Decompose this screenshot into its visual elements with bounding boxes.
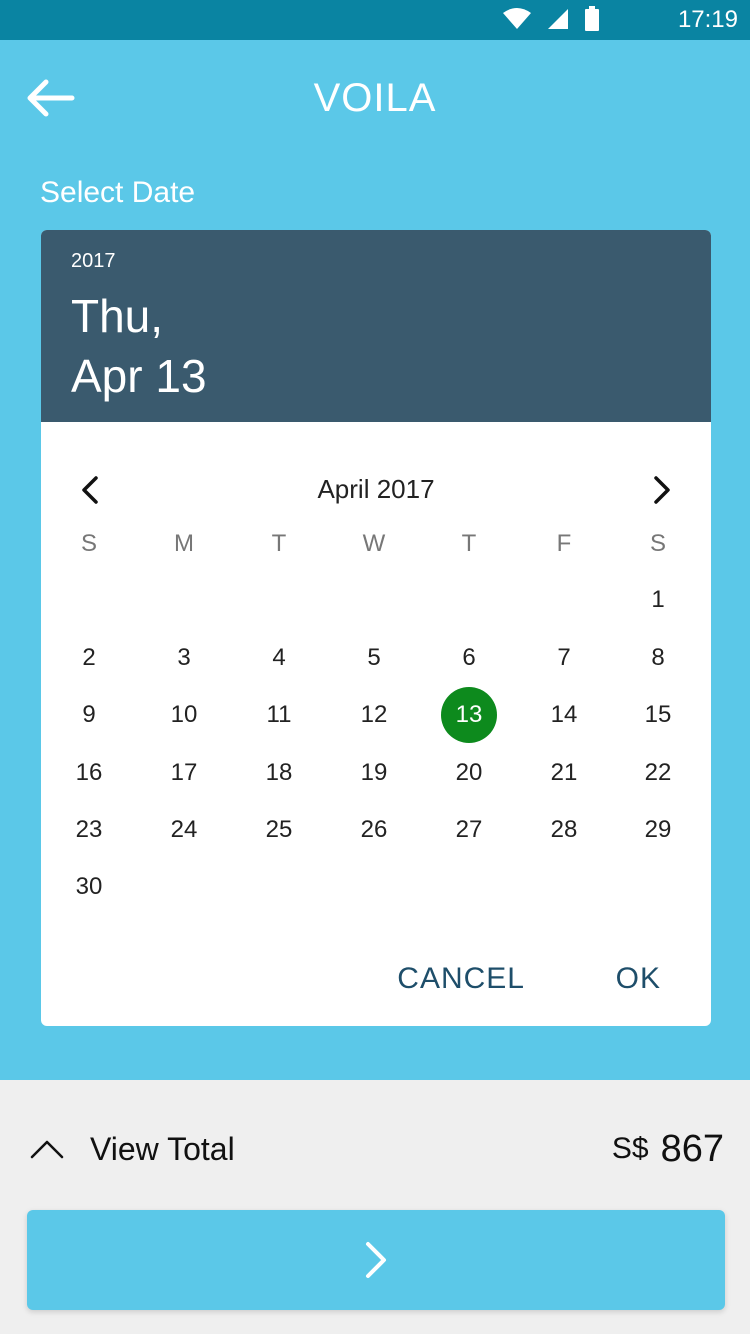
calendar-day[interactable]: 25 <box>251 802 307 858</box>
calendar-day[interactable]: 18 <box>251 745 307 801</box>
date-picker-header: 2017 Thu, Apr 13 <box>41 230 711 422</box>
page-title: VOILA <box>313 76 437 120</box>
select-date-label: Select Date <box>40 176 196 209</box>
chevron-up-icon <box>30 1140 64 1159</box>
calendar-day[interactable]: 9 <box>61 687 117 743</box>
calendar-day[interactable]: 24 <box>156 802 212 858</box>
status-time: 17:19 <box>677 6 738 33</box>
calendar-day[interactable]: 27 <box>441 802 497 858</box>
chevron-right-icon <box>654 476 670 504</box>
battery-icon <box>585 6 599 31</box>
calendar-day[interactable]: 29 <box>630 802 686 858</box>
dialog-actions: CANCEL OK <box>41 962 711 1002</box>
calendar-day[interactable]: 10 <box>156 687 212 743</box>
weekday-header-row: SMTWTFS <box>41 530 711 560</box>
calendar-day[interactable]: 19 <box>346 745 402 801</box>
month-title: April 2017 <box>317 474 435 504</box>
calendar-day[interactable]: 1 <box>630 572 686 628</box>
calendar-day[interactable]: 8 <box>630 630 686 686</box>
month-navigation: April 2017 <box>41 470 711 510</box>
view-total-label: View Total <box>90 1130 235 1167</box>
calendar-day[interactable]: 17 <box>156 745 212 801</box>
wifi-icon <box>503 8 531 29</box>
calendar-day[interactable]: 12 <box>346 687 402 743</box>
cancel-button[interactable]: CANCEL <box>397 962 525 996</box>
weekday-label: W <box>362 530 386 557</box>
app-screen: VOILA Select Date 2017 Thu, Apr 13 April… <box>0 40 750 1080</box>
weekday-label: S <box>80 530 97 557</box>
calendar-day[interactable]: 30 <box>61 859 117 915</box>
currency-label: S$ <box>611 1132 649 1165</box>
view-total-toggle[interactable]: View Total <box>30 1124 235 1174</box>
calendar-day[interactable]: 11 <box>251 687 307 743</box>
calendar-day[interactable]: 22 <box>630 745 686 801</box>
date-picker-dialog: 2017 Thu, Apr 13 April 2017 SMTWTFS 1234… <box>41 230 711 1026</box>
calendar-day[interactable]: 15 <box>630 687 686 743</box>
selected-year[interactable]: 2017 <box>71 250 116 273</box>
calendar-day[interactable]: 6 <box>441 630 497 686</box>
chevron-right-icon <box>366 1242 386 1278</box>
calendar-day[interactable]: 2 <box>61 630 117 686</box>
weekday-label: M <box>174 530 194 557</box>
status-bar: 17:19 <box>0 0 750 40</box>
calendar-day[interactable]: 3 <box>156 630 212 686</box>
ok-button[interactable]: OK <box>616 962 661 996</box>
calendar-day[interactable]: 23 <box>61 802 117 858</box>
calendar-day[interactable]: 5 <box>346 630 402 686</box>
weekday-label: S <box>649 530 666 557</box>
calendar-day[interactable]: 21 <box>536 745 592 801</box>
next-month-button[interactable] <box>641 470 681 510</box>
calendar-day[interactable]: 14 <box>536 687 592 743</box>
calendar-day[interactable]: 7 <box>536 630 592 686</box>
calendar-day-grid: 1 2 3 4 5 6 7 8 9 10 11 12 13 14 15 16 17 18 19 20 21 22 23 24 2… <box>41 572 711 912</box>
weekday-label: T <box>271 530 287 557</box>
selected-month-day: Apr 13 <box>71 350 207 402</box>
calendar-day[interactable]: 16 <box>61 745 117 801</box>
calendar-day-selected[interactable]: 13 <box>441 687 497 743</box>
selected-date[interactable]: Thu, Apr 13 <box>71 286 207 406</box>
weekday-label: T <box>461 530 477 557</box>
calendar-day[interactable]: 20 <box>441 745 497 801</box>
total-amount: 867 <box>660 1127 724 1170</box>
calendar-day[interactable]: 28 <box>536 802 592 858</box>
next-button[interactable] <box>27 1210 725 1310</box>
total-price: S$ 867 <box>612 1124 724 1174</box>
signal-icon <box>548 9 568 29</box>
selected-weekday: Thu, <box>71 290 164 342</box>
weekday-label: F <box>556 530 572 557</box>
bottom-panel: View Total S$ 867 <box>0 1080 750 1334</box>
calendar-day[interactable]: 26 <box>346 802 402 858</box>
calendar-day[interactable]: 4 <box>251 630 307 686</box>
status-icons <box>502 6 600 32</box>
